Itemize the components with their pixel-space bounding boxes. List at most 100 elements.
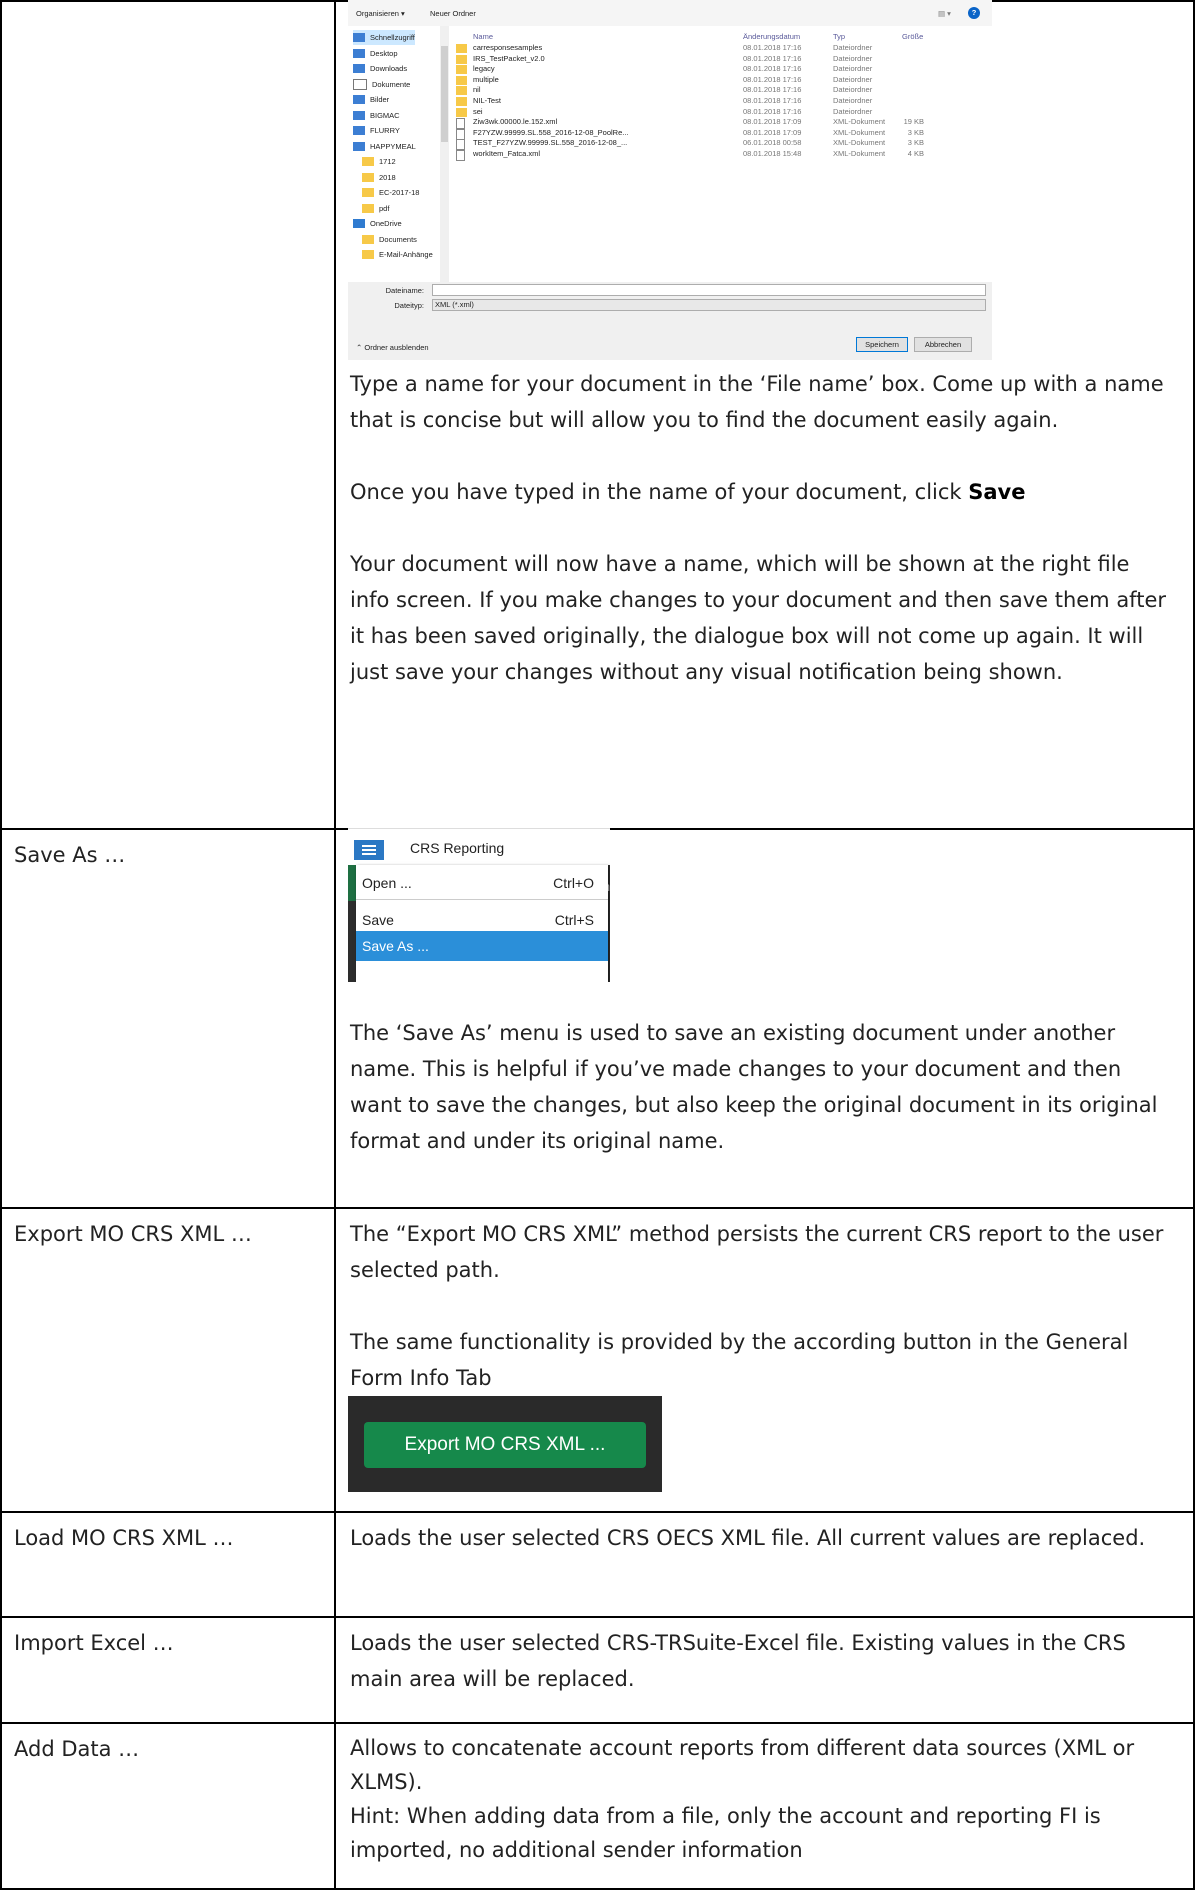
file-date: 08.01.2018 17:16 [743, 106, 802, 116]
column-header-size[interactable]: Größe [902, 32, 923, 41]
folder-icon [456, 97, 467, 106]
nav-item[interactable]: BIGMAC [353, 108, 400, 123]
filename-input[interactable] [432, 284, 986, 296]
row-divider [0, 1616, 1195, 1618]
menu-item-label: Save As ... [362, 938, 429, 954]
nav-item-label: HAPPYMEAL [370, 141, 416, 151]
file-date: 08.01.2018 15:48 [743, 149, 802, 158]
file-list-row[interactable]: workItem_Fatca.xml 08.01.2018 15:48 XML-Do… [456, 149, 986, 162]
file-type: XML-Dokument [833, 127, 886, 137]
file-size: 3 KB [907, 127, 924, 137]
file-size: 19 KB [903, 117, 924, 127]
nav-item[interactable]: FLURRY [353, 123, 400, 138]
help-icon[interactable]: ? [968, 7, 980, 19]
folder-icon [362, 188, 374, 197]
row-divider [0, 1722, 1195, 1724]
download-arrow-icon [353, 64, 365, 73]
cancel-button[interactable]: Abbrechen [914, 337, 972, 352]
import-excel-label: Import Excel … [14, 1631, 174, 1655]
menu-item-save-as[interactable]: Save As ... [356, 931, 608, 961]
crs-app-title: CRS Reporting [410, 840, 505, 856]
nav-item-label: Schnellzugriff [370, 33, 415, 42]
nav-item-label: E-Mail-Anhänge [379, 250, 433, 259]
folder-icon [362, 250, 374, 259]
nav-item[interactable]: Dokumente [353, 77, 410, 92]
menu-item-label: Save [362, 912, 394, 928]
row-divider [0, 1511, 1195, 1513]
folder-icon [456, 86, 467, 96]
nav-item[interactable]: pdf [362, 201, 389, 216]
file-size: 3 KB [907, 138, 924, 148]
new-folder-button[interactable]: Neuer Ordner [430, 9, 476, 18]
file-name: carresponsesamples [473, 43, 543, 52]
desktop-icon [353, 48, 365, 58]
file-date: 08.01.2018 17:16 [743, 85, 802, 95]
file-name: IRS_TestPacket_v2.0 [473, 53, 545, 63]
file-date: 08.01.2018 17:16 [743, 64, 802, 74]
file-type: Dateiordner [833, 96, 873, 105]
file-name: sei [473, 106, 483, 116]
file-date: 08.01.2018 17:16 [743, 43, 802, 52]
menu-item-open[interactable]: Open ... Ctrl+O [356, 868, 608, 898]
export-paragraph-2: The same functionality is provided by th… [350, 1330, 1129, 1390]
export-description: The “Export MO CRS XML” method persists … [350, 1216, 1170, 1396]
nav-item[interactable]: EC-2017-18 [362, 185, 419, 200]
nav-item-label: EC-2017-18 [379, 188, 420, 197]
file-type: Dateiordner [833, 85, 873, 95]
nav-item-label: OneDrive [370, 219, 402, 228]
nav-item[interactable]: HAPPYMEAL [353, 139, 416, 154]
add-data-label: Add Data … [14, 1737, 140, 1761]
file-date: 08.01.2018 17:16 [743, 74, 802, 84]
column-header-type[interactable]: Typ [833, 32, 845, 41]
document-table: Organisieren ▾ Neuer Ordner ▤ ▾ ? Schnel… [0, 0, 1195, 1890]
nav-item[interactable]: Bilder [353, 92, 389, 107]
nav-item[interactable]: Schnellzugriff [353, 30, 415, 45]
hamburger-menu-icon[interactable] [354, 840, 384, 860]
scroll-thumb[interactable] [441, 46, 448, 142]
file-date: 08.01.2018 17:16 [743, 96, 802, 105]
column-header-date[interactable]: Änderungsdatum [743, 32, 800, 41]
star-icon [353, 33, 365, 42]
hide-folders-toggle[interactable]: ⌃ Ordner ausblenden [356, 343, 429, 352]
windows-save-dialog: Organisieren ▾ Neuer Ordner ▤ ▾ ? Schnel… [348, 0, 992, 360]
load-label: Load MO CRS XML … [14, 1526, 234, 1550]
nav-item-label: 1712 [379, 157, 396, 166]
file-name: Ziw3wk.00000.le.152.xml [473, 117, 558, 127]
crs-menu-screenshot: CRS Reporting in Open ... Ctrl+O Save Ct… [348, 828, 610, 982]
organize-button[interactable]: Organisieren ▾ [356, 9, 405, 18]
save-as-description: The ‘Save As’ menu is used to save an ex… [350, 1021, 1158, 1153]
nav-item[interactable]: E-Mail-Anhänge [362, 247, 433, 262]
export-label: Export MO CRS XML … [14, 1222, 252, 1246]
nav-item[interactable]: OneDrive [353, 216, 402, 231]
file-name: legacy [473, 64, 495, 74]
export-mo-crs-xml-button[interactable]: Export MO CRS XML ... [364, 1422, 646, 1468]
nav-item-label: BIGMAC [370, 110, 400, 120]
cloud-icon [353, 219, 365, 228]
nav-item[interactable]: Documents [362, 232, 417, 247]
row-divider [0, 1207, 1195, 1209]
table-column-divider [334, 0, 336, 1890]
add-data-description: Allows to concatenate account reports fr… [350, 1731, 1170, 1867]
folder-icon [456, 107, 467, 117]
load-description: Loads the user selected CRS OECS XML fil… [350, 1526, 1146, 1550]
filetype-select[interactable]: XML (*.xml) [432, 299, 986, 311]
menu-item-shortcut: Ctrl+S [554, 912, 594, 928]
file-name: workItem_Fatca.xml [473, 149, 541, 158]
file-type: Dateiordner [833, 64, 873, 74]
save-as-label: Save As … [14, 843, 126, 867]
view-options-icon[interactable]: ▤ ▾ [938, 9, 951, 18]
document-icon [353, 78, 367, 90]
nav-item[interactable]: Downloads [353, 61, 407, 76]
folder-icon [456, 75, 467, 85]
folder-icon [362, 157, 374, 166]
column-header-name[interactable]: Name [473, 32, 493, 41]
nav-item[interactable]: 2018 [362, 170, 396, 185]
save-paragraph-2-text: Once you have typed in the name of your … [350, 480, 969, 504]
nav-item[interactable]: Desktop [353, 46, 398, 61]
add-data-line-1: Allows to concatenate account reports fr… [350, 1736, 1135, 1794]
table-left-border [0, 0, 2, 1890]
save-button[interactable]: Speichern [856, 337, 908, 352]
nav-scrollbar[interactable] [440, 26, 449, 282]
nav-item[interactable]: 1712 [362, 154, 396, 169]
nav-item-label: Desktop [370, 48, 398, 58]
